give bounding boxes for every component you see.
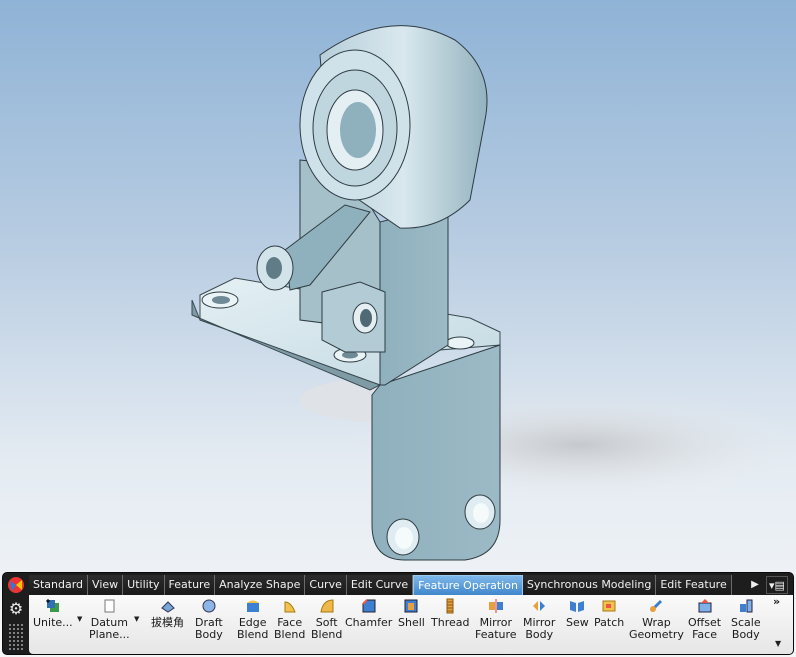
tab-standard[interactable]: Standard xyxy=(29,575,89,595)
wrap-geometry-icon xyxy=(650,599,663,613)
soft-blend-button[interactable]: Soft Blend xyxy=(311,598,342,641)
mirror-body-button[interactable]: Mirror Body xyxy=(523,598,555,641)
sew-icon xyxy=(570,601,585,612)
patch-label: Patch xyxy=(594,616,625,629)
pin-hole xyxy=(266,257,282,279)
draft-cn-label: 拔模角 xyxy=(151,616,184,629)
draft-angle-button[interactable]: 拔模角 xyxy=(151,598,184,629)
ribbon-options-icon[interactable]: ▾▤ xyxy=(766,576,788,594)
offset-face-icon xyxy=(698,599,712,613)
ribbon-tab-strip: Standard View Utility Feature Analyze Sh… xyxy=(29,575,732,595)
tab-analyze-shape[interactable]: Analyze Shape xyxy=(215,575,306,595)
part-model[interactable] xyxy=(0,0,796,572)
tab-edit-feature[interactable]: Edit Feature xyxy=(656,575,732,595)
wrap-geometry-label-2: Geometry xyxy=(629,628,684,641)
datum-label-2: Plane... xyxy=(89,628,130,641)
boss-hole-inner xyxy=(360,309,372,327)
patch-icon xyxy=(602,600,616,612)
flange-hole-1-inner xyxy=(395,527,413,549)
face-blend-icon xyxy=(284,601,296,613)
tab-edit-curve[interactable]: Edit Curve xyxy=(346,575,414,595)
sew-label: Sew xyxy=(566,616,589,629)
mirror-feature-icon xyxy=(488,599,503,613)
datum-plane-button[interactable]: Datum Plane... xyxy=(89,598,130,641)
edge-blend-icon xyxy=(246,600,259,612)
tab-view[interactable]: View xyxy=(88,575,124,595)
mirror-body-icon xyxy=(533,601,546,611)
resize-grip[interactable] xyxy=(8,623,24,651)
tab-feature[interactable]: Feature xyxy=(164,575,216,595)
unite-label: Unite... xyxy=(33,616,73,629)
draft-body-icon xyxy=(202,599,216,613)
thread-label: Thread xyxy=(431,616,470,629)
thread-button[interactable]: Thread xyxy=(431,598,469,629)
tab-feature-operation[interactable]: Feature Operation xyxy=(413,575,523,595)
panel-dropdown-icon[interactable]: ▼ xyxy=(775,639,781,648)
chamfer-label: Chamfer xyxy=(345,616,393,629)
soft-blend-icon xyxy=(320,599,334,613)
cylinder-bore-depth xyxy=(340,102,376,158)
face-blend-button[interactable]: Face Blend xyxy=(274,598,305,641)
datum-plane-icon xyxy=(104,599,115,613)
plate-hole-left-inner xyxy=(212,296,230,304)
tab-scroll-right-icon[interactable]: ▶ xyxy=(748,577,762,593)
tab-curve[interactable]: Curve xyxy=(305,575,347,595)
flange-hole-2-inner xyxy=(473,503,489,523)
graphics-viewport[interactable] xyxy=(0,0,796,572)
more-commands-icon[interactable]: » xyxy=(773,595,780,608)
draft-body-button[interactable]: Draft Body xyxy=(195,598,223,641)
scale-body-button[interactable]: Scale Body xyxy=(731,598,761,641)
offset-face-button[interactable]: Offset Face xyxy=(688,598,721,641)
tab-synchronous-modeling[interactable]: Synchronous Modeling xyxy=(522,575,657,595)
application-logo-icon[interactable] xyxy=(7,576,25,594)
plate-hole-right xyxy=(445,336,475,350)
datum-dropdown-icon[interactable]: ▼ xyxy=(134,615,139,623)
chamfer-button[interactable]: Chamfer xyxy=(345,598,392,629)
shell-icon xyxy=(404,599,418,613)
offset-face-label-2: Face xyxy=(692,628,717,641)
unite-button[interactable]: Unite... xyxy=(33,598,73,629)
wrap-geometry-button[interactable]: Wrap Geometry xyxy=(629,598,684,641)
command-panel: Unite... ▼ Datum Plane... ▼ 拔模角 Draft Bo… xyxy=(29,595,793,654)
thread-icon xyxy=(446,598,454,614)
plate-hole-mid-inner xyxy=(342,351,358,359)
shell-button[interactable]: Shell xyxy=(398,598,425,629)
mirror-feature-button[interactable]: Mirror Feature xyxy=(475,598,517,641)
arm-column xyxy=(379,204,449,386)
mirror-body-label-2: Body xyxy=(525,628,554,641)
gear-icon[interactable]: ⚙ xyxy=(6,599,26,619)
tab-utility[interactable]: Utility xyxy=(123,575,165,595)
scale-body-label-2: Body xyxy=(731,628,760,641)
mirror-feature-label-2: Feature xyxy=(475,628,517,641)
edge-blend-button[interactable]: Edge Blend xyxy=(237,598,268,641)
edge-blend-label-2: Blend xyxy=(237,628,269,641)
shell-label: Shell xyxy=(398,616,425,629)
sew-button[interactable]: Sew xyxy=(566,598,589,629)
soft-blend-label-2: Blend xyxy=(311,628,343,641)
draft-body-label-2: Body xyxy=(195,628,223,641)
chamfer-icon xyxy=(361,599,376,613)
scale-body-icon xyxy=(739,599,753,613)
face-blend-label-2: Blend xyxy=(274,628,306,641)
patch-button[interactable]: Patch xyxy=(594,598,624,629)
ribbon-toolbar: ⚙ Standard View Utility Feature Analyze … xyxy=(2,572,794,655)
draft-icon xyxy=(160,601,175,613)
unite-icon xyxy=(45,599,59,612)
unite-dropdown-icon[interactable]: ▼ xyxy=(77,615,82,623)
